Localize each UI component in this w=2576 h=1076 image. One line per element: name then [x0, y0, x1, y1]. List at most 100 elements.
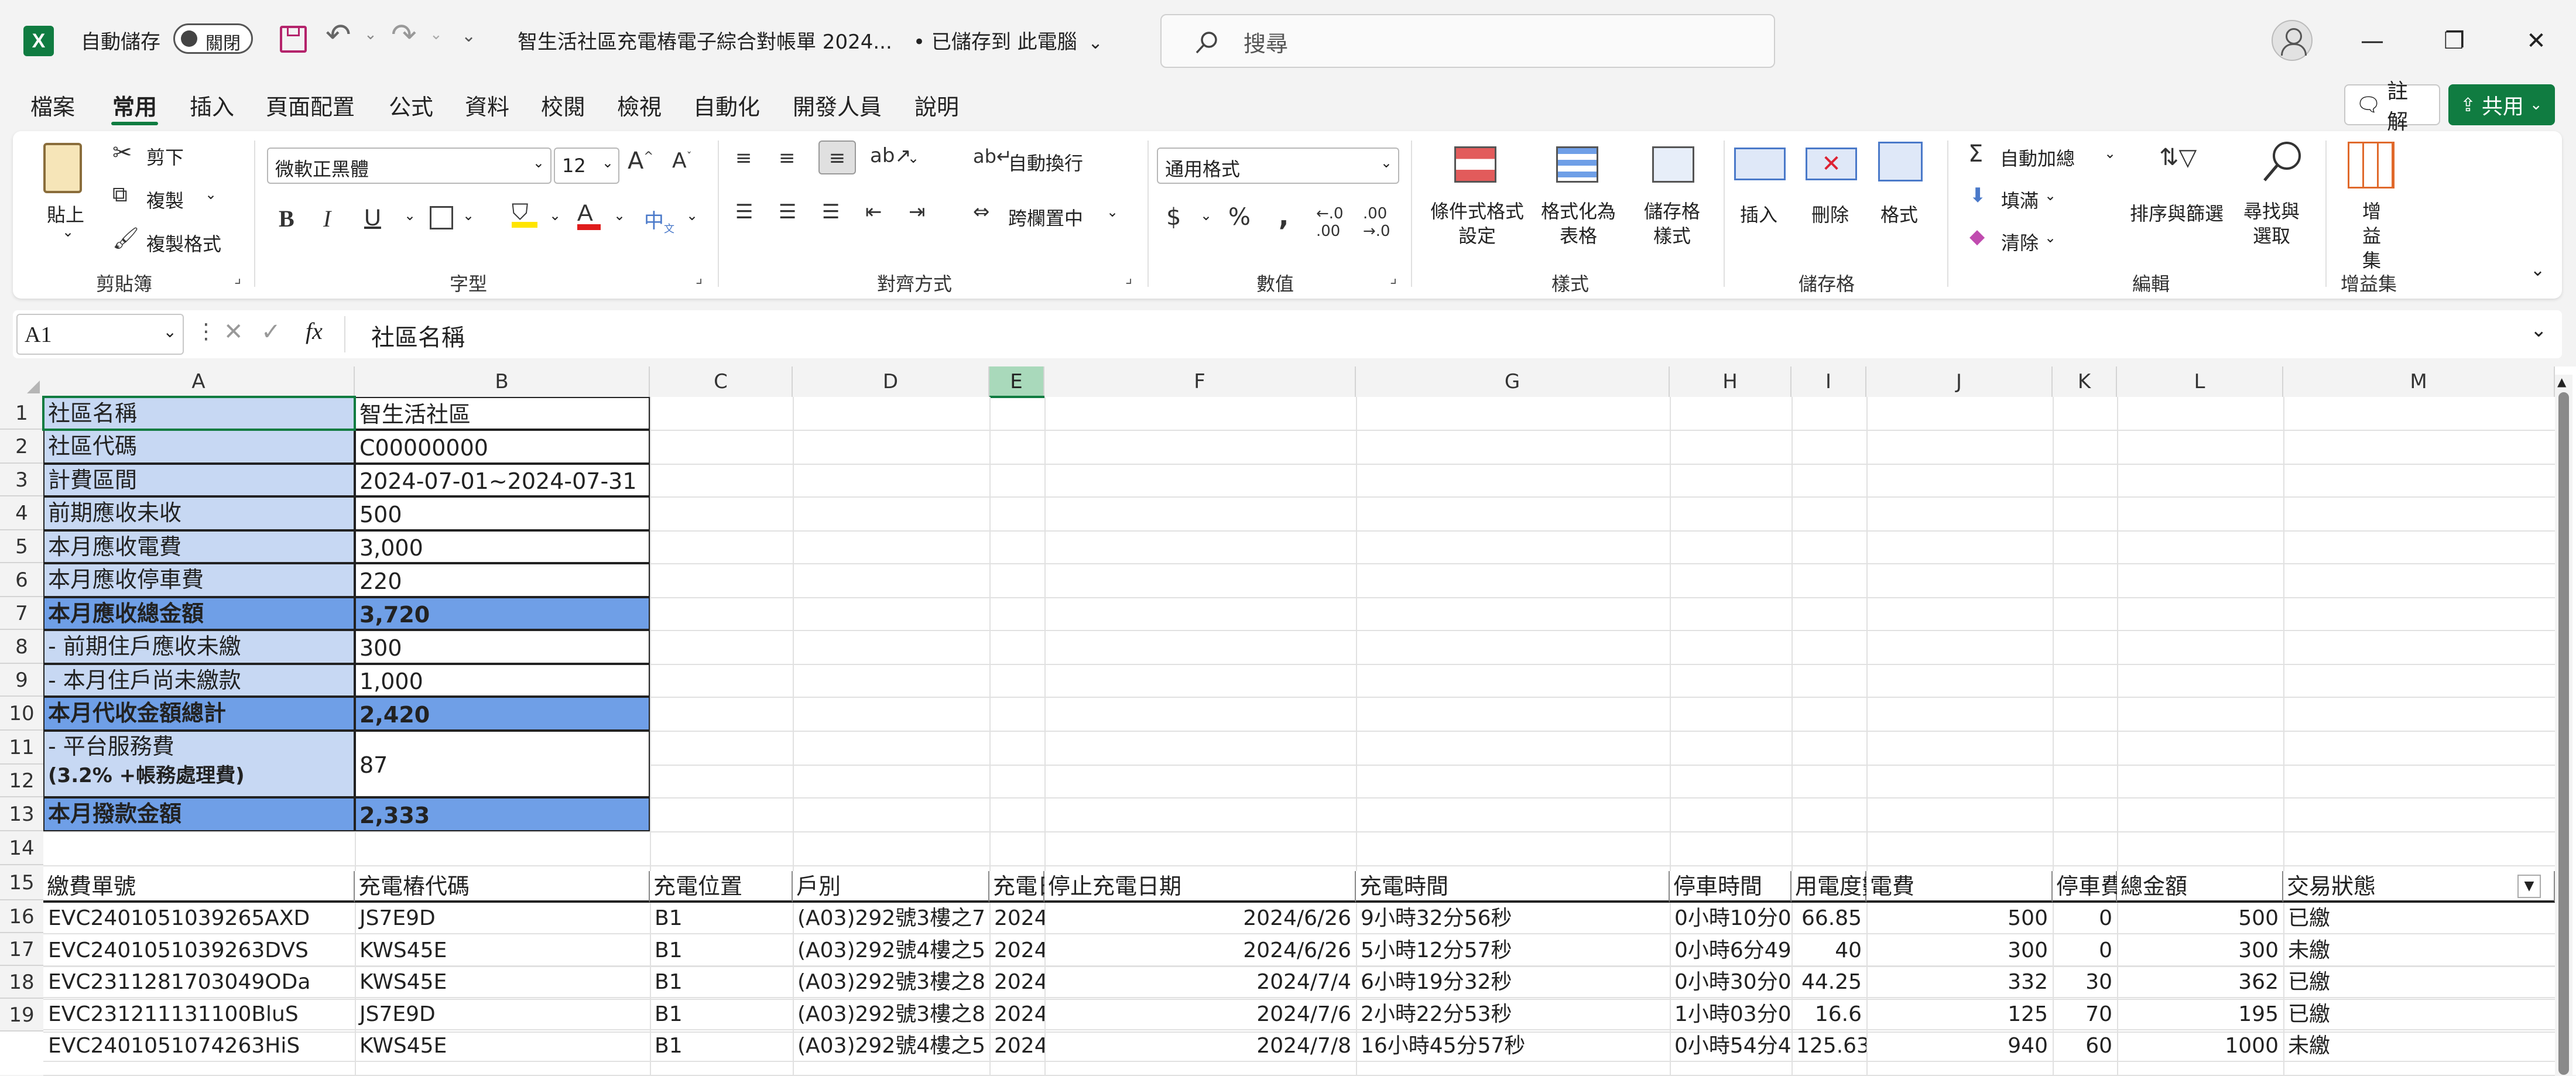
vertical-scrollbar[interactable]: ▲: [2555, 375, 2572, 1075]
chevron-down-icon[interactable]: ⌄: [404, 207, 416, 224]
undo-icon[interactable]: ↶: [326, 18, 351, 53]
find-select-icon[interactable]: [2261, 139, 2303, 190]
tab-home[interactable]: 常用: [112, 89, 157, 121]
table-cell[interactable]: 0小時30分00秒: [1670, 967, 1791, 998]
percent-icon[interactable]: %: [1228, 204, 1251, 231]
table-cell[interactable]: 2024/7/5: [989, 999, 1044, 1030]
summary-label[interactable]: 本月代收金額總計: [43, 697, 355, 731]
summary-label[interactable]: 前期應收未收: [43, 496, 355, 530]
column-header-l[interactable]: L: [2117, 366, 2283, 397]
table-header[interactable]: 停車時間: [1670, 871, 1791, 903]
table-cell[interactable]: 2024/7/4: [1044, 967, 1356, 998]
table-cell[interactable]: JS7E9D: [355, 999, 650, 1030]
tab-formulas[interactable]: 公式: [389, 89, 433, 121]
table-cell[interactable]: EVC2401051074263HiS: [43, 1030, 355, 1062]
summary-label[interactable]: 本月撥款金額: [43, 797, 355, 831]
summary-value[interactable]: 220: [355, 563, 650, 597]
chevron-down-icon[interactable]: ⌄: [2044, 187, 2056, 204]
summary-label[interactable]: - 前期住戶應收未繳: [43, 630, 355, 664]
table-cell[interactable]: 2024/7/8: [1044, 1030, 1356, 1062]
table-cell[interactable]: 2024/7/6: [1044, 999, 1356, 1030]
redo-dropdown-icon[interactable]: ⌄: [430, 26, 443, 43]
align-bottom-icon[interactable]: ≡: [818, 141, 856, 174]
table-cell[interactable]: 已繳: [2283, 999, 2555, 1030]
table-cell[interactable]: 1小時03分00秒: [1670, 999, 1791, 1030]
wrap-text-button[interactable]: 自動換行: [1008, 149, 1083, 176]
table-cell[interactable]: 70: [2053, 999, 2117, 1030]
dialog-launcher-icon[interactable]: ⌟: [234, 269, 241, 287]
table-cell[interactable]: KWS45E: [355, 967, 650, 998]
summary-label[interactable]: 本月應收電費: [43, 530, 355, 563]
table-cell[interactable]: 66.85: [1791, 903, 1866, 934]
cut-button[interactable]: 剪下: [146, 143, 184, 170]
select-all-corner[interactable]: [0, 366, 43, 397]
format-painter-button[interactable]: 複製格式: [146, 229, 221, 256]
chevron-down-icon[interactable]: ⌄: [1200, 207, 1212, 224]
format-cells-icon[interactable]: [1878, 142, 1923, 181]
tab-insert[interactable]: 插入: [190, 89, 234, 121]
table-header[interactable]: 充電日期: [989, 871, 1082, 903]
more-options-icon[interactable]: ⋮: [196, 320, 217, 344]
summary-value[interactable]: 2024-07-01~2024-07-31: [355, 464, 650, 496]
insert-cells-button[interactable]: 插入: [1740, 200, 1777, 227]
restore-button[interactable]: ❐: [2419, 0, 2489, 82]
tab-data[interactable]: 資料: [465, 89, 509, 121]
table-cell[interactable]: 40: [1791, 935, 1866, 967]
row-header-19[interactable]: 19: [0, 999, 43, 1032]
table-cell[interactable]: EVC2401051039265AXD: [43, 903, 355, 934]
summary-value[interactable]: 智生活社區: [355, 397, 650, 430]
cancel-icon[interactable]: ✕: [224, 318, 244, 345]
redo-icon[interactable]: ↷: [391, 18, 417, 53]
table-cell[interactable]: 362: [2117, 967, 2283, 998]
summary-value[interactable]: 3,000: [355, 530, 650, 563]
format-as-table-button[interactable]: 格式化為表格: [1537, 199, 1619, 248]
collapse-ribbon-icon[interactable]: ⌄: [2530, 260, 2545, 280]
borders-icon[interactable]: [430, 206, 453, 229]
orientation-icon[interactable]: ab↗: [870, 144, 912, 167]
table-cell[interactable]: EVC231211131100BluS: [43, 999, 355, 1030]
table-cell[interactable]: 16.6: [1791, 999, 1866, 1030]
row-header-8[interactable]: 8: [0, 630, 43, 664]
row-header-7[interactable]: 7: [0, 597, 43, 630]
share-button[interactable]: ⇪ 共用 ⌄: [2448, 84, 2555, 125]
dialog-launcher-icon[interactable]: ⌟: [1125, 269, 1132, 287]
table-cell[interactable]: 500: [1866, 903, 2053, 934]
table-cell[interactable]: 60: [2053, 1030, 2117, 1062]
chevron-down-icon[interactable]: ⌄: [1107, 204, 1118, 220]
row-header-15[interactable]: 15: [0, 865, 43, 900]
table-cell[interactable]: 2024/7/3: [989, 967, 1044, 998]
table-header[interactable]: 用電度數: [1791, 871, 1884, 903]
row-header-5[interactable]: 5: [0, 530, 43, 563]
table-header[interactable]: 戶別: [793, 871, 989, 903]
table-cell[interactable]: 2024/7/7: [989, 1030, 1044, 1062]
row-header-9[interactable]: 9: [0, 664, 43, 697]
summary-value[interactable]: 3,720: [355, 597, 650, 630]
column-header-b[interactable]: B: [355, 366, 650, 397]
row-header-11[interactable]: 11: [0, 731, 43, 765]
table-cell[interactable]: 2024/6/25: [989, 903, 1044, 934]
table-header[interactable]: 充電樁代碼: [355, 871, 650, 903]
column-header-f[interactable]: F: [1044, 366, 1356, 397]
column-header-a[interactable]: A: [43, 366, 355, 397]
row-header-1[interactable]: 1: [0, 397, 43, 430]
autosum-button[interactable]: 自動加總: [2000, 144, 2075, 171]
formula-input[interactable]: 社區名稱: [371, 318, 465, 352]
delete-cells-button[interactable]: 刪除: [1811, 200, 1849, 227]
column-header-m[interactable]: M: [2283, 366, 2555, 397]
summary-value[interactable]: 300: [355, 630, 650, 664]
table-header[interactable]: 停車費: [2053, 871, 2123, 903]
column-header-c[interactable]: C: [650, 366, 793, 397]
table-cell[interactable]: EVC2311281703049ODa: [43, 967, 355, 998]
table-header[interactable]: 電費: [1866, 871, 2053, 903]
table-header[interactable]: 繳費單號: [43, 871, 355, 903]
format-cells-button[interactable]: 格式: [1880, 200, 1918, 227]
copy-button[interactable]: 複製: [146, 186, 184, 213]
scroll-up-icon[interactable]: ▲: [2557, 375, 2566, 389]
insert-cells-icon[interactable]: [1734, 148, 1786, 180]
table-cell[interactable]: (A03)292號4樓之5: [793, 1030, 989, 1062]
expand-formula-icon[interactable]: ⌄: [2530, 318, 2547, 342]
find-select-button[interactable]: 尋找與選取: [2242, 199, 2301, 248]
table-cell[interactable]: 300: [2117, 935, 2283, 967]
table-cell[interactable]: 0小時10分00秒: [1670, 903, 1791, 934]
table-cell[interactable]: 332: [1866, 967, 2053, 998]
